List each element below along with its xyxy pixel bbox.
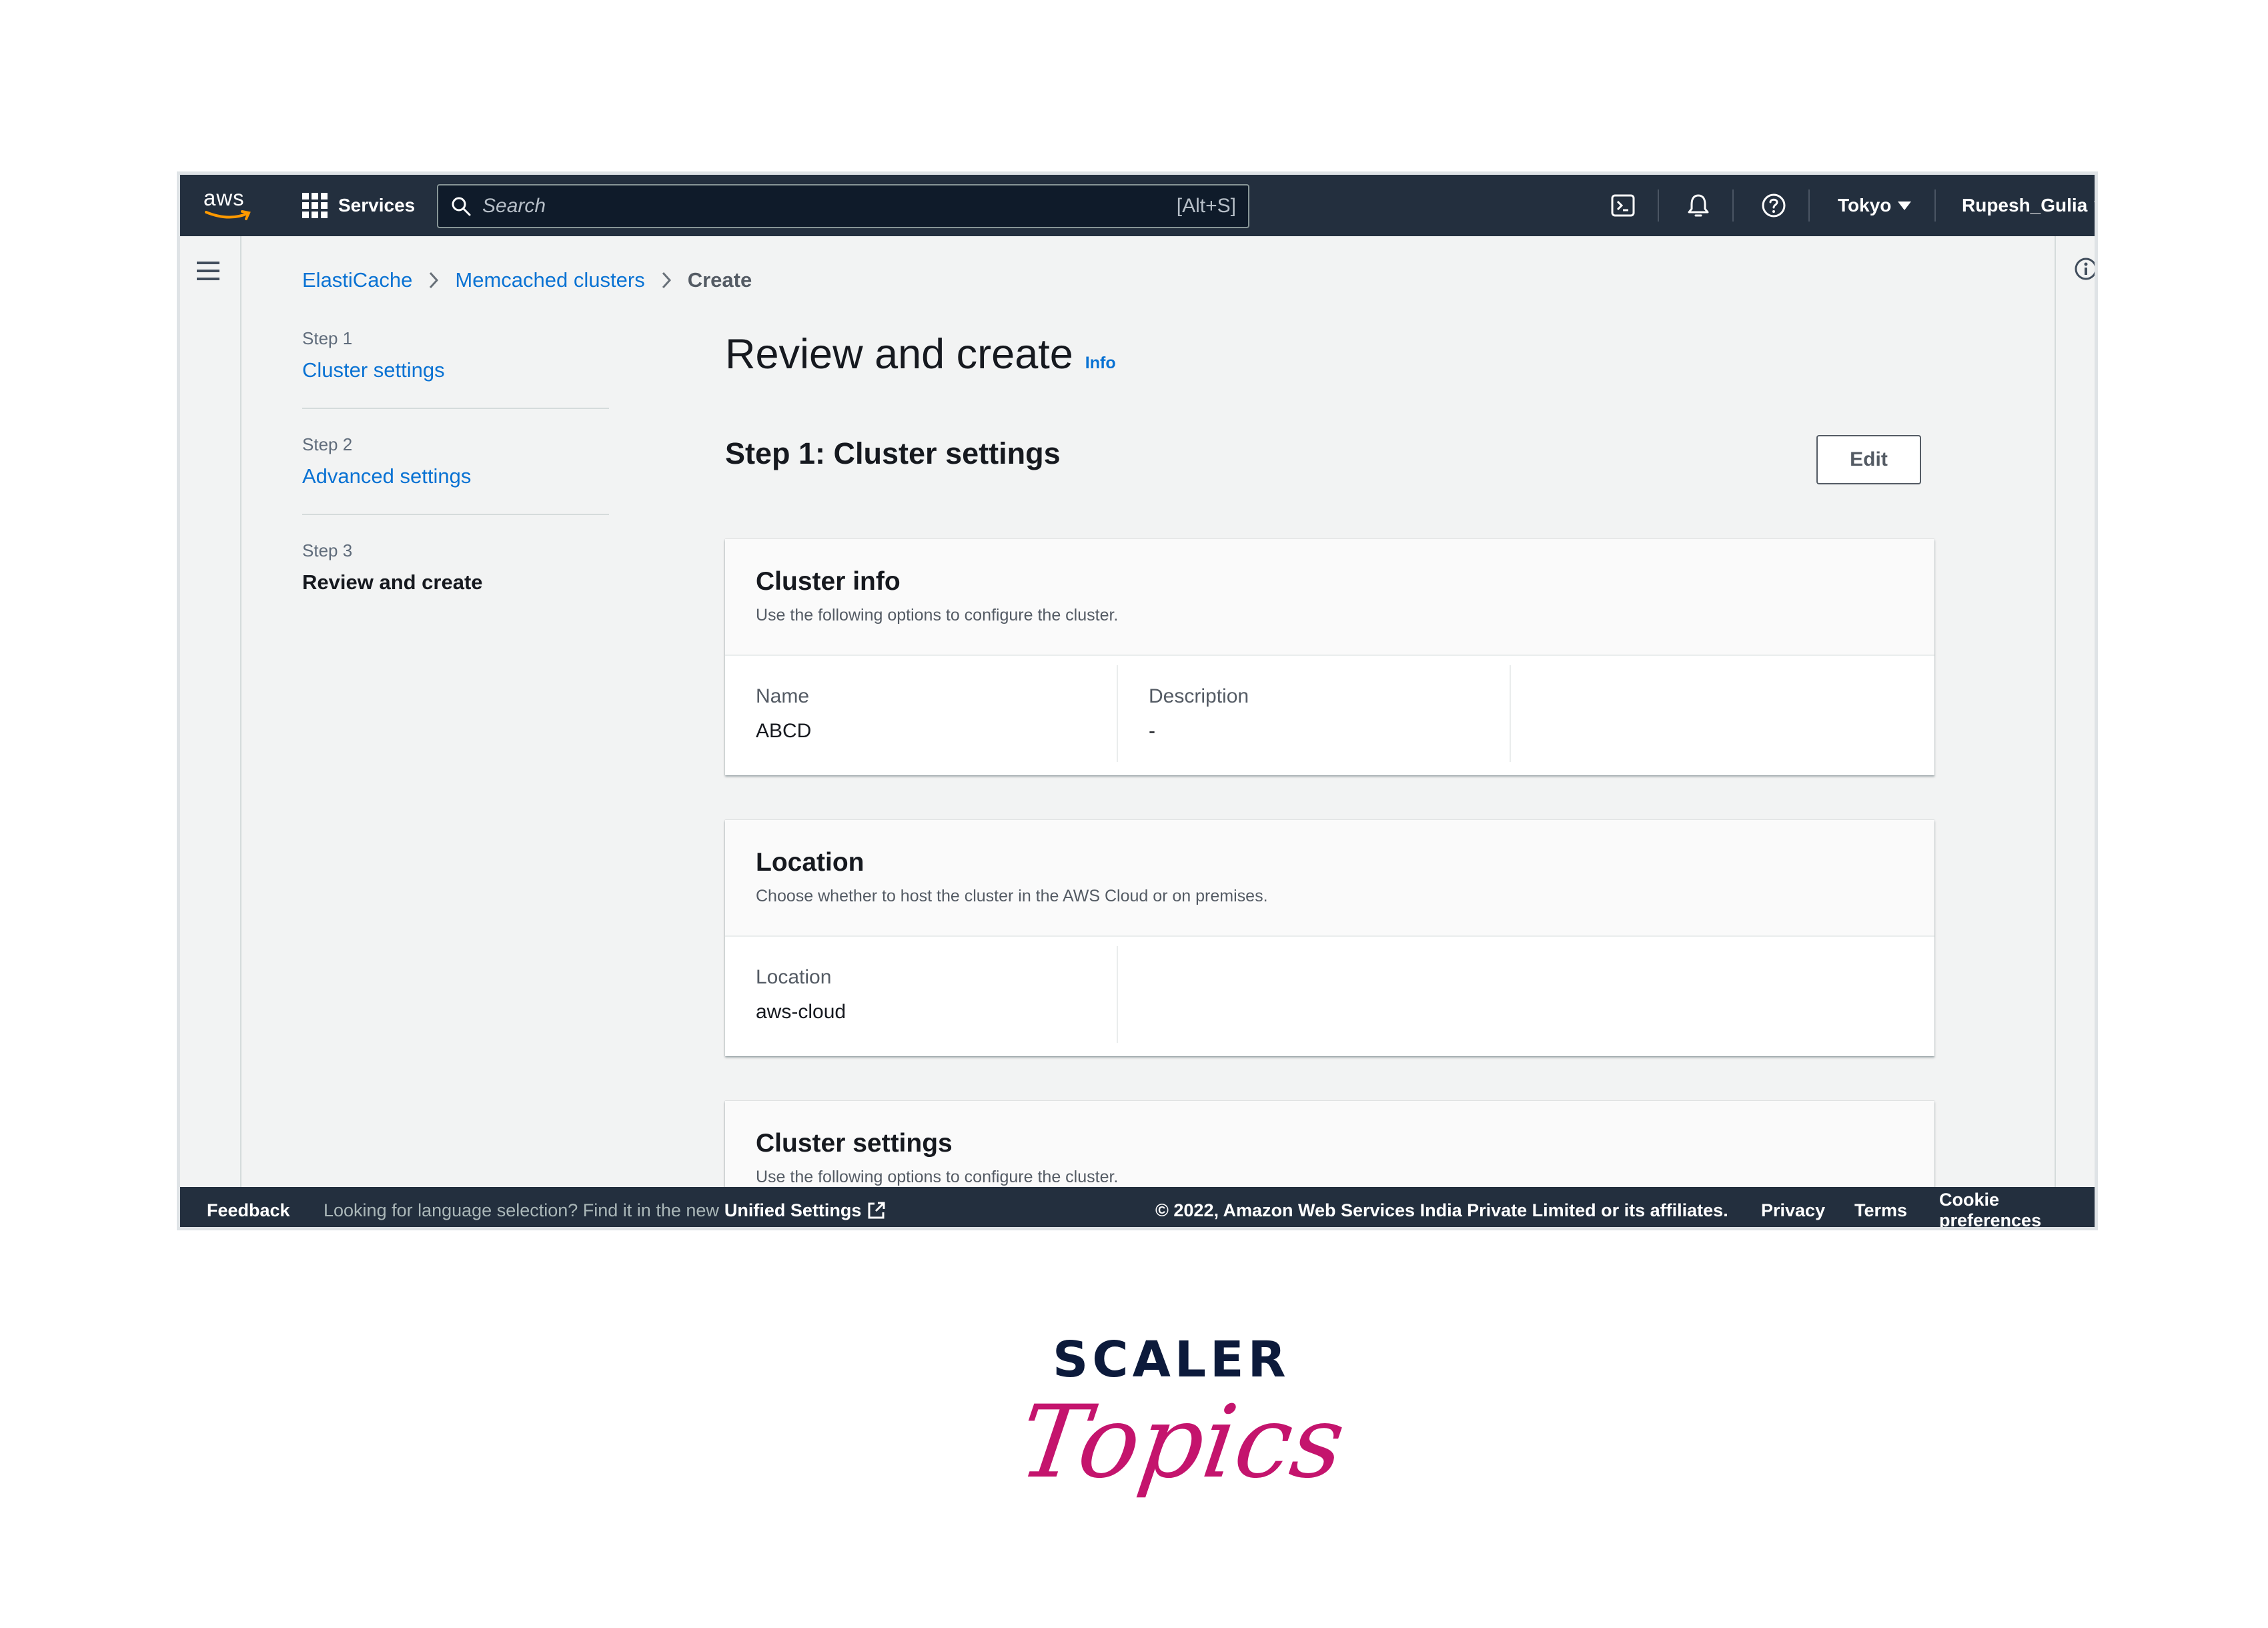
scaler-topics-logo: SCALER Topics xyxy=(1013,1331,1351,1511)
brand-wordmark-top: SCALER xyxy=(1053,1331,1290,1388)
field-label: Location xyxy=(756,966,832,988)
grid-icon xyxy=(302,193,328,218)
caret-down-icon xyxy=(1898,201,1912,210)
step-link-advanced-settings[interactable]: Advanced settings xyxy=(302,464,609,488)
wizard-steps: Step 1 Cluster settings Step 2 Advanced … xyxy=(302,328,609,645)
brand-wordmark-bottom: Topics xyxy=(1012,1384,1351,1501)
services-label: Services xyxy=(338,195,416,216)
field-value: ABCD xyxy=(756,720,812,742)
nav-divider xyxy=(1658,189,1659,222)
cluster-info-card: Cluster info Use the following options t… xyxy=(725,539,1934,775)
location-field: Location aws-cloud xyxy=(725,946,1118,1043)
breadcrumb-elasticache[interactable]: ElastiCache xyxy=(302,268,412,292)
account-menu[interactable]: Rupesh_Gulia xyxy=(1962,195,2095,216)
page-title: Review and create xyxy=(725,331,1073,378)
card-body: Location aws-cloud xyxy=(725,937,1934,1056)
top-navigation: aws Services [Alt+S] xyxy=(180,175,2095,236)
field-label: Name xyxy=(756,685,810,707)
search-icon xyxy=(452,197,471,216)
tools-panel-divider xyxy=(2055,236,2056,1197)
step-number: Step 3 xyxy=(302,540,353,560)
bell-icon[interactable] xyxy=(1685,192,1712,219)
nav-divider xyxy=(1934,189,1936,222)
nav-divider xyxy=(1808,189,1810,222)
step-number: Step 2 xyxy=(302,434,353,454)
card-title: Cluster settings xyxy=(756,1129,953,1158)
card-description: Use the following options to configure t… xyxy=(756,606,1119,625)
section-title: Step 1: Cluster settings xyxy=(725,436,1061,470)
nav-divider xyxy=(1732,189,1734,222)
caret-down-icon xyxy=(2094,201,2095,210)
breadcrumb-memcached-clusters[interactable]: Memcached clusters xyxy=(455,268,644,292)
card-header: Cluster info Use the following options t… xyxy=(725,539,1934,656)
card-header: Location Choose whether to host the clus… xyxy=(725,820,1934,937)
language-notice-text: Looking for language selection? Find it … xyxy=(324,1200,719,1220)
card-body: Name ABCD Description - xyxy=(725,656,1934,775)
name-field: Name ABCD xyxy=(725,665,1118,762)
wizard-step-1: Step 1 Cluster settings xyxy=(302,328,609,409)
wizard-step-3: Step 3 Review and create xyxy=(302,540,609,620)
description-field: Description - xyxy=(1118,665,1511,762)
search-input[interactable] xyxy=(482,195,1166,218)
field-value: - xyxy=(1149,720,1155,742)
edit-button[interactable]: Edit xyxy=(1816,435,1921,484)
location-card: Location Choose whether to host the clus… xyxy=(725,820,1934,1056)
privacy-link[interactable]: Privacy xyxy=(1761,1200,1825,1221)
step-number: Step 1 xyxy=(302,328,353,348)
feedback-link[interactable]: Feedback xyxy=(207,1200,290,1221)
region-selector[interactable]: Tokyo xyxy=(1838,195,1912,216)
chevron-right-icon xyxy=(662,272,671,289)
aws-smile-icon xyxy=(205,210,251,220)
breadcrumb: ElastiCache Memcached clusters Create xyxy=(302,268,752,292)
region-label: Tokyo xyxy=(1838,195,1892,216)
step-link-cluster-settings[interactable]: Cluster settings xyxy=(302,358,609,382)
card-description: Choose whether to host the cluster in th… xyxy=(756,887,1268,905)
services-button[interactable]: Services xyxy=(302,192,415,219)
wizard-step-2: Step 2 Advanced settings xyxy=(302,434,609,515)
empty-column xyxy=(1511,665,1904,762)
card-title: Cluster info xyxy=(756,567,901,596)
account-name: Rupesh_Gulia xyxy=(1962,195,2088,216)
side-navigation-divider xyxy=(240,236,241,1197)
language-notice: Looking for language selection? Find it … xyxy=(324,1200,887,1221)
aws-logo[interactable]: aws xyxy=(203,187,254,224)
chevron-right-icon xyxy=(430,272,439,289)
terms-link[interactable]: Terms xyxy=(1854,1200,1907,1221)
unified-settings-link[interactable]: Unified Settings xyxy=(724,1200,862,1221)
help-icon[interactable] xyxy=(1760,192,1787,219)
page-header: Review and create Info xyxy=(725,330,1116,378)
card-description: Use the following options to configure t… xyxy=(756,1168,1119,1186)
search-shortcut-hint: [Alt+S] xyxy=(1176,195,1236,217)
step-current-review-and-create: Review and create xyxy=(302,570,483,594)
field-value: aws-cloud xyxy=(756,1001,846,1023)
info-link[interactable]: Info xyxy=(1085,354,1116,373)
breadcrumb-create: Create xyxy=(687,268,752,292)
console-window: aws Services [Alt+S] xyxy=(177,171,2098,1230)
copyright-text: © 2022, Amazon Web Services India Privat… xyxy=(1155,1200,1728,1220)
field-label: Description xyxy=(1149,685,1249,707)
menu-icon[interactable] xyxy=(197,262,219,280)
card-title: Location xyxy=(756,848,865,877)
search-bar[interactable]: [Alt+S] xyxy=(437,184,1249,228)
external-link-icon xyxy=(868,1202,885,1219)
aws-logo-text: aws xyxy=(203,185,245,210)
cloudshell-icon[interactable] xyxy=(1610,192,1636,219)
cookie-preferences-link[interactable]: Cookie preferences xyxy=(1939,1190,2095,1227)
console-footer: Feedback Looking for language selection?… xyxy=(180,1187,2095,1227)
info-icon[interactable] xyxy=(2073,256,2098,282)
